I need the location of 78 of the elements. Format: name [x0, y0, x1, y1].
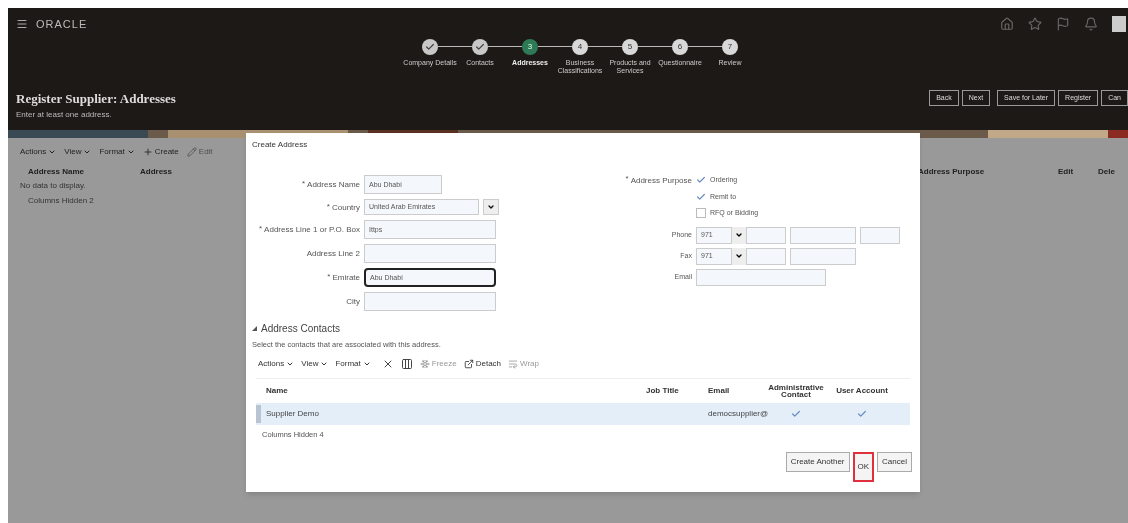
toolbar-button[interactable]: Create [142, 146, 179, 158]
caret-icon [735, 252, 743, 260]
menu-button[interactable]: Format [335, 358, 371, 371]
caret-icon [48, 148, 57, 156]
required-mark: * [625, 175, 629, 183]
caret-icon [487, 203, 495, 211]
menu-button[interactable]: Format [99, 146, 135, 158]
text-field[interactable] [746, 226, 786, 244]
dialog-button[interactable]: OK [852, 452, 875, 482]
dialog-button[interactable]: Create Another [785, 452, 850, 472]
user-avatar[interactable] [1112, 16, 1126, 33]
column-header: Email [708, 385, 731, 398]
caret-icon [735, 231, 743, 239]
column-header: Name [265, 385, 289, 398]
column-header: Address Name [27, 166, 86, 178]
table-row[interactable]: Supplier Demo democsupplier@ [256, 403, 910, 426]
dialog-button[interactable]: Cancel [877, 452, 912, 472]
step-check-icon[interactable] [472, 38, 488, 55]
field-label: Address Purpose [630, 175, 692, 187]
menu-button[interactable]: Actions [20, 146, 57, 158]
create-icon [142, 147, 153, 157]
collapse-icon[interactable] [252, 326, 257, 331]
star-icon[interactable] [1028, 17, 1042, 32]
step-number[interactable]: 6 [672, 38, 688, 55]
bell-icon[interactable] [1084, 17, 1098, 32]
freeze-icon [419, 359, 430, 370]
edit-icon [186, 147, 197, 157]
field-label: City [346, 297, 360, 306]
text-field[interactable] [790, 226, 856, 244]
field-label: Address Line 2 [306, 249, 360, 258]
columns-hidden-text: Columns Hidden 2 [27, 195, 94, 207]
step-check-icon[interactable] [422, 38, 438, 55]
menu-button[interactable]: View [301, 358, 329, 371]
field-label: Address Line 1 or P.O. Box [264, 225, 360, 234]
menu-icon[interactable] [16, 18, 28, 31]
column-header: Address [140, 166, 173, 178]
home-icon[interactable] [1000, 17, 1014, 32]
section-title: Address Contacts [261, 322, 340, 336]
step-number[interactable]: 5 [622, 38, 638, 55]
column-header: Administrative Contact [767, 384, 825, 399]
dropdown-button[interactable] [732, 226, 746, 244]
text-field[interactable] [364, 292, 496, 311]
text-field[interactable] [746, 247, 786, 265]
page-title: Register Supplier: Addresses [16, 89, 176, 108]
column-header: Dele [1098, 166, 1116, 178]
menu-button[interactable]: View [64, 146, 92, 158]
text-field[interactable] [790, 247, 856, 265]
field-label: Address Name [307, 180, 360, 189]
column-header: Edit [1058, 166, 1075, 178]
required-mark: * [327, 273, 331, 281]
table-cell-text: Supplier Demo [265, 408, 320, 421]
empty-message: No data to display. [20, 180, 86, 192]
column-header: User Account [835, 385, 889, 398]
required-mark: * [326, 202, 330, 211]
field-label: Emirate [332, 273, 360, 282]
caret-icon [126, 148, 135, 156]
flag-icon[interactable] [1056, 17, 1070, 32]
detach-icon [463, 359, 474, 370]
dialog-title: Create Address [252, 139, 309, 151]
step-number[interactable]: 4 [572, 38, 588, 55]
step-number[interactable]: 7 [722, 38, 738, 55]
page-subtitle: Enter at least one address. [16, 109, 112, 121]
toolbar-button[interactable]: Detach [463, 358, 502, 371]
column-header: Job Title [646, 385, 680, 398]
email-field[interactable] [696, 268, 826, 286]
brand-logo[interactable]: ORACLE [36, 16, 88, 33]
required-mark: * [301, 180, 306, 188]
text-field[interactable] [364, 244, 496, 263]
dropdown-button[interactable] [732, 247, 746, 265]
text-field[interactable] [860, 226, 900, 244]
required-mark: * [258, 225, 263, 233]
step-number[interactable]: 3 [522, 38, 538, 55]
menu-button[interactable]: Actions [258, 358, 295, 371]
columns-icon[interactable] [400, 358, 413, 371]
field-label: Country [332, 202, 360, 212]
dropdown-button[interactable] [483, 199, 499, 215]
wrap-icon [508, 359, 519, 370]
caret-icon [83, 148, 92, 156]
